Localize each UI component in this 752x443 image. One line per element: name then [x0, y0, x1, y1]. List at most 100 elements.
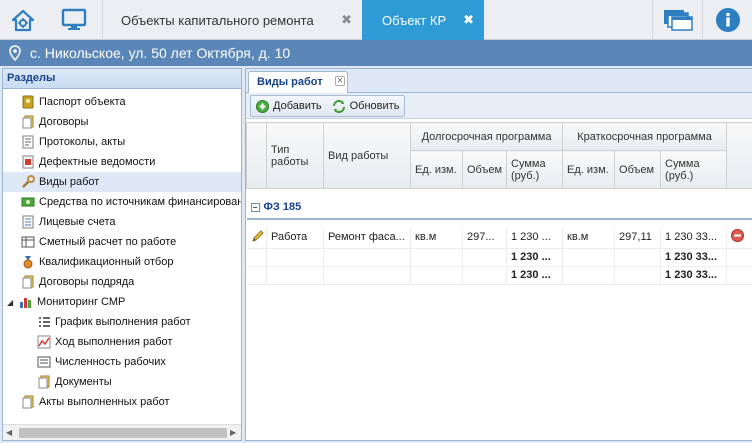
- acts-icon: [21, 395, 35, 409]
- windows-icon: [663, 10, 693, 31]
- sections-title: Разделы: [3, 69, 241, 89]
- sidebar-item-label: Паспорт объекта: [39, 96, 126, 108]
- address-bar: с. Никольское, ул. 50 лет Октября, д. 10: [0, 40, 752, 66]
- edit-cell[interactable]: [246, 226, 267, 249]
- cell-unit-long: кв.м: [410, 226, 463, 249]
- workers-icon: [37, 355, 51, 369]
- sidebar-item-progress[interactable]: Ход выполнения работ: [3, 332, 241, 352]
- contract-docs-icon: [21, 275, 35, 289]
- cell-sum-short: 1 230 33...: [660, 248, 728, 267]
- column-header-sum[interactable]: Сумма (руб.): [505, 150, 564, 189]
- delete-icon[interactable]: [731, 229, 745, 242]
- cell-sum-long: 1 230 ...: [506, 266, 564, 285]
- refresh-button[interactable]: Обновить: [327, 96, 405, 116]
- sidebar-item-work-contracts[interactable]: Договоры подряда: [3, 272, 241, 292]
- sidebar-item-schedule[interactable]: График выполнения работ: [3, 312, 241, 332]
- info-button[interactable]: [702, 0, 752, 40]
- sidebar-item-workers[interactable]: Численность рабочих: [3, 352, 241, 372]
- sidebar-item-label: Дефектные ведомости: [39, 156, 156, 168]
- sidebar-item-label: График выполнения работ: [55, 316, 191, 328]
- cell-volume-short: 297,11: [614, 226, 662, 249]
- column-header-actions: [726, 122, 752, 189]
- sidebar-item-passport[interactable]: Паспорт объекта: [3, 92, 241, 112]
- sidebar-item-label: Лицевые счета: [39, 216, 116, 228]
- tab-label: Объект КР: [382, 12, 447, 28]
- work-types-panel: Виды работ ✕ Добавить Обновить Тип работ…: [245, 68, 752, 441]
- sidebar-item-label: Средства по источникам финансирования: [39, 196, 242, 208]
- collapse-arrow-icon[interactable]: ◢: [7, 298, 17, 307]
- horizontal-scrollbar[interactable]: ◀ ▶: [3, 424, 241, 440]
- sidebar-item-label: Протоколы, акты: [39, 136, 126, 148]
- cell-type: Работа: [266, 226, 324, 249]
- sidebar-item-protocols[interactable]: Протоколы, акты: [3, 132, 241, 152]
- cell-sum-long: 1 230 ...: [506, 226, 564, 249]
- sidebar-item-contracts[interactable]: Договоры: [3, 112, 241, 132]
- sidebar-item-work-types[interactable]: Виды работ: [3, 172, 241, 192]
- sidebar-item-label: Сметный расчет по работе: [39, 236, 177, 248]
- scroll-right-icon[interactable]: ▶: [230, 428, 240, 437]
- tab-work-types[interactable]: Виды работ ✕: [248, 71, 348, 93]
- info-icon: [715, 8, 740, 32]
- home-button[interactable]: [0, 0, 46, 40]
- sections-tree: Паспорт объекта Договоры Протоколы, акты…: [3, 92, 242, 412]
- scroll-thumb[interactable]: [19, 428, 227, 438]
- collapse-group-icon[interactable]: −: [250, 203, 260, 212]
- sidebar-item-completion-acts[interactable]: Акты выполненных работ: [3, 392, 241, 412]
- cell-sum-short: 1 230 33...: [660, 226, 728, 249]
- sidebar-item-label: Акты выполненных работ: [39, 396, 170, 408]
- wrench-icon: [21, 175, 35, 189]
- sidebar-item-label: Договоры: [39, 116, 89, 128]
- contracts-icon: [21, 115, 35, 129]
- work-types-grid: Тип работы Вид работы Долгосрочная прогр…: [246, 122, 752, 285]
- sidebar-item-label: Ход выполнения работ: [55, 336, 173, 348]
- column-header-volume[interactable]: Объем: [462, 150, 507, 189]
- sidebar-item-label: Численность рабочих: [55, 356, 166, 368]
- sidebar-item-estimate[interactable]: Сметный расчет по работе: [3, 232, 241, 252]
- cell-volume-long: 297...: [462, 226, 507, 249]
- close-icon[interactable]: ✖: [341, 12, 352, 28]
- column-header-volume[interactable]: Объем: [614, 150, 662, 189]
- add-button-label: Добавить: [273, 100, 322, 112]
- table-row[interactable]: Работа Ремонт фаса... кв.м 297... 1 230 …: [246, 226, 752, 249]
- tab-object-kr[interactable]: Объект КР ✖: [362, 0, 484, 40]
- bar-chart-icon: [19, 295, 33, 309]
- column-header-sum[interactable]: Сумма (руб.): [660, 150, 728, 189]
- medal-icon: [21, 255, 35, 269]
- sidebar-item-label: Квалификационный отбор: [39, 256, 174, 268]
- group-row[interactable]: − ФЗ 185: [246, 196, 752, 220]
- delete-cell[interactable]: [726, 226, 752, 249]
- pencil-icon[interactable]: [251, 229, 265, 243]
- money-icon: [21, 195, 35, 209]
- add-icon: [256, 99, 269, 113]
- address-text: с. Никольское, ул. 50 лет Октября, д. 10: [30, 45, 291, 61]
- cell-sum-long: 1 230 ...: [506, 248, 564, 267]
- sidebar-item-personal-accounts[interactable]: Лицевые счета: [3, 212, 241, 232]
- passport-icon: [21, 95, 35, 109]
- column-header-unit[interactable]: Ед. изм.: [562, 150, 616, 189]
- sidebar-item-defect-sheets[interactable]: Дефектные ведомости: [3, 152, 241, 172]
- tab-capital-repair-objects[interactable]: Объекты капитального ремонта ✖: [102, 0, 362, 40]
- location-pin-icon: [9, 45, 21, 61]
- sidebar-item-qualification[interactable]: Квалификационный отбор: [3, 252, 241, 272]
- windows-button[interactable]: [652, 0, 702, 40]
- scroll-left-icon[interactable]: ◀: [6, 428, 16, 437]
- sections-panel: Разделы Паспорт объекта Договоры Протоко…: [2, 68, 242, 441]
- column-header-type[interactable]: Тип работы: [266, 122, 324, 189]
- sidebar-item-financing-sources[interactable]: Средства по источникам финансирования: [3, 192, 242, 212]
- column-header-short-program: Краткосрочная программа: [562, 122, 728, 151]
- close-icon[interactable]: ✖: [463, 12, 474, 28]
- accounts-icon: [21, 215, 35, 229]
- column-header-unit[interactable]: Ед. изм.: [410, 150, 463, 189]
- total-row: 1 230 ... 1 230 33...: [246, 266, 752, 285]
- monitor-button[interactable]: [48, 0, 100, 40]
- top-bar: Объекты капитального ремонта ✖ Объект КР…: [0, 0, 752, 40]
- add-button[interactable]: Добавить: [251, 96, 327, 116]
- refresh-icon: [332, 99, 345, 113]
- sidebar-item-monitoring[interactable]: ◢ Мониторинг СМР: [3, 292, 241, 312]
- sidebar-item-documents[interactable]: Документы: [3, 372, 241, 392]
- column-header-long-program: Долгосрочная программа: [409, 122, 564, 151]
- schedule-list-icon: [37, 315, 51, 329]
- close-icon[interactable]: ✕: [335, 76, 345, 86]
- protocols-icon: [21, 135, 35, 149]
- column-header-kind[interactable]: Вид работы: [323, 122, 411, 189]
